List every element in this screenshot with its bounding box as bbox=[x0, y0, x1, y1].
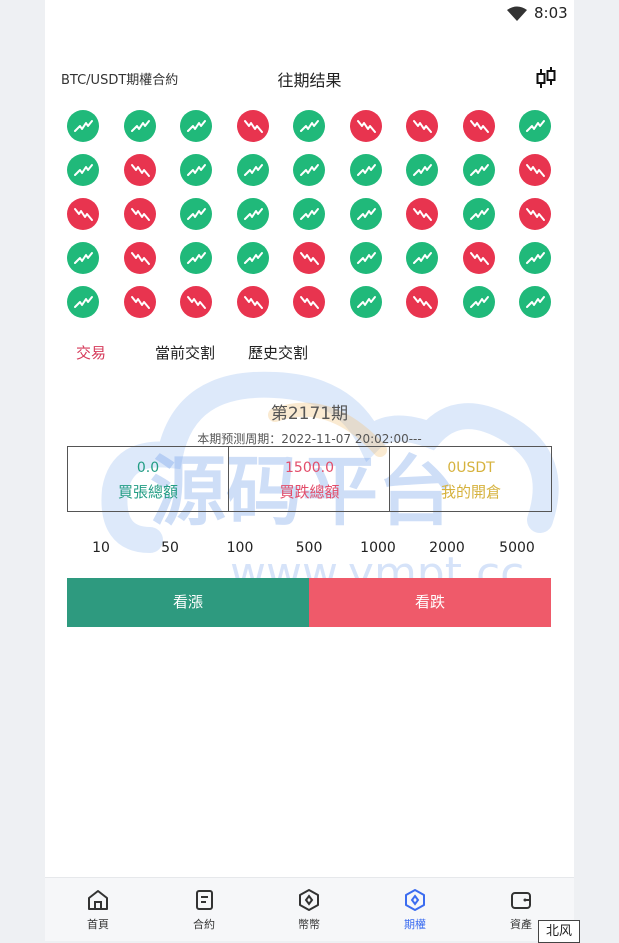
result-down-icon bbox=[180, 286, 212, 318]
page-title: 往期结果 bbox=[277, 71, 342, 90]
amount-option[interactable]: 500 bbox=[279, 540, 339, 556]
result-up-icon bbox=[293, 198, 325, 230]
result-up-icon bbox=[67, 154, 99, 186]
result-down-icon bbox=[519, 198, 551, 230]
tab-history-delivery[interactable]: 歷史交割 bbox=[248, 342, 308, 363]
result-down-icon bbox=[350, 110, 382, 142]
amount-option[interactable]: 2000 bbox=[417, 540, 477, 556]
result-down-icon bbox=[237, 110, 269, 142]
result-up-icon bbox=[67, 242, 99, 274]
result-up-icon bbox=[237, 154, 269, 186]
result-down-icon bbox=[406, 198, 438, 230]
rise-button[interactable]: 看漲 bbox=[67, 578, 309, 627]
result-up-icon bbox=[519, 286, 551, 318]
result-up-icon bbox=[350, 198, 382, 230]
candlestick-icon[interactable] bbox=[534, 66, 558, 90]
my-position-cell: 0USDT 我的開倉 bbox=[389, 447, 552, 511]
amount-option[interactable]: 1000 bbox=[348, 540, 408, 556]
result-down-icon bbox=[406, 286, 438, 318]
predict-period: 本期预测周期：2022-11-07 20:02:00--- bbox=[197, 432, 422, 446]
result-up-icon bbox=[350, 286, 382, 318]
result-down-icon bbox=[463, 110, 495, 142]
app-screen: 8:03 BTC/USDT期權合約 往期结果 源码平台 www.ympt.cc … bbox=[45, 0, 574, 941]
result-grid bbox=[67, 110, 559, 325]
result-up-icon bbox=[463, 198, 495, 230]
bottom-nav: 首頁 合約 幣幣 期權 資產 bbox=[45, 877, 574, 941]
result-down-icon bbox=[124, 198, 156, 230]
sell-total-value: 1500.0 bbox=[285, 460, 334, 476]
result-up-icon bbox=[180, 242, 212, 274]
result-down-icon bbox=[67, 198, 99, 230]
result-up-icon bbox=[180, 198, 212, 230]
options-icon bbox=[405, 889, 425, 911]
amount-option[interactable]: 5000 bbox=[487, 540, 547, 556]
buy-total-value: 0.0 bbox=[136, 460, 160, 476]
nav-contract[interactable]: 合約 bbox=[174, 888, 234, 932]
coin-icon bbox=[299, 889, 319, 911]
fall-button[interactable]: 看跌 bbox=[309, 578, 551, 627]
status-bar: 8:03 bbox=[45, 0, 574, 28]
nav-label: 首頁 bbox=[87, 918, 109, 931]
result-up-icon bbox=[406, 242, 438, 274]
result-up-icon bbox=[350, 242, 382, 274]
trade-tabs: 交易 當前交割 歷史交割 bbox=[45, 342, 574, 366]
amount-option[interactable]: 100 bbox=[210, 540, 270, 556]
result-up-icon bbox=[463, 154, 495, 186]
result-down-icon bbox=[124, 242, 156, 274]
amount-options: 10 50 100 500 1000 2000 5000 bbox=[45, 540, 574, 560]
amount-option[interactable]: 10 bbox=[71, 540, 131, 556]
my-position-value: 0USDT bbox=[447, 460, 495, 476]
result-down-icon bbox=[406, 110, 438, 142]
tab-current-delivery[interactable]: 當前交割 bbox=[155, 342, 215, 363]
buy-total-label: 買張總額 bbox=[117, 483, 178, 501]
period-number: 第2171期 bbox=[270, 404, 349, 424]
result-up-icon bbox=[67, 286, 99, 318]
page-header: BTC/USDT期權合約 往期结果 bbox=[45, 60, 574, 94]
sell-total-label: 買跌總額 bbox=[279, 483, 340, 501]
result-up-icon bbox=[180, 110, 212, 142]
result-up-icon bbox=[519, 110, 551, 142]
nav-options[interactable]: 期權 bbox=[385, 888, 445, 932]
result-up-icon bbox=[180, 154, 212, 186]
result-down-icon bbox=[237, 286, 269, 318]
amount-option[interactable]: 50 bbox=[140, 540, 200, 556]
nav-label: 期權 bbox=[404, 918, 426, 931]
sell-total-cell: 1500.0 買跌總額 bbox=[228, 447, 390, 511]
result-down-icon bbox=[463, 242, 495, 274]
result-down-icon bbox=[124, 154, 156, 186]
wallet-icon bbox=[511, 892, 531, 909]
home-icon bbox=[88, 890, 108, 910]
result-up-icon bbox=[350, 154, 382, 186]
wifi-icon bbox=[507, 6, 527, 21]
nav-label: 幣幣 bbox=[298, 918, 320, 931]
result-up-icon bbox=[237, 242, 269, 274]
corner-label: 北风 bbox=[538, 920, 580, 943]
stats-table: 0.0 買張總額 1500.0 買跌總額 0USDT 我的開倉 bbox=[67, 446, 552, 512]
contract-icon bbox=[196, 890, 213, 910]
nav-coin[interactable]: 幣幣 bbox=[279, 888, 339, 932]
result-up-icon bbox=[463, 286, 495, 318]
result-down-icon bbox=[293, 286, 325, 318]
result-down-icon bbox=[124, 286, 156, 318]
nav-home[interactable]: 首頁 bbox=[68, 888, 128, 932]
buy-total-cell: 0.0 買張總額 bbox=[68, 447, 228, 511]
result-up-icon bbox=[406, 154, 438, 186]
result-up-icon bbox=[67, 110, 99, 142]
result-up-icon bbox=[519, 242, 551, 274]
result-up-icon bbox=[293, 110, 325, 142]
my-position-label: 我的開倉 bbox=[440, 483, 501, 501]
result-down-icon bbox=[293, 242, 325, 274]
status-time: 8:03 bbox=[534, 4, 568, 22]
result-up-icon bbox=[237, 198, 269, 230]
result-down-icon bbox=[519, 154, 551, 186]
nav-label: 合約 bbox=[193, 918, 215, 931]
result-up-icon bbox=[293, 154, 325, 186]
tab-trade[interactable]: 交易 bbox=[76, 342, 106, 363]
result-up-icon bbox=[124, 110, 156, 142]
